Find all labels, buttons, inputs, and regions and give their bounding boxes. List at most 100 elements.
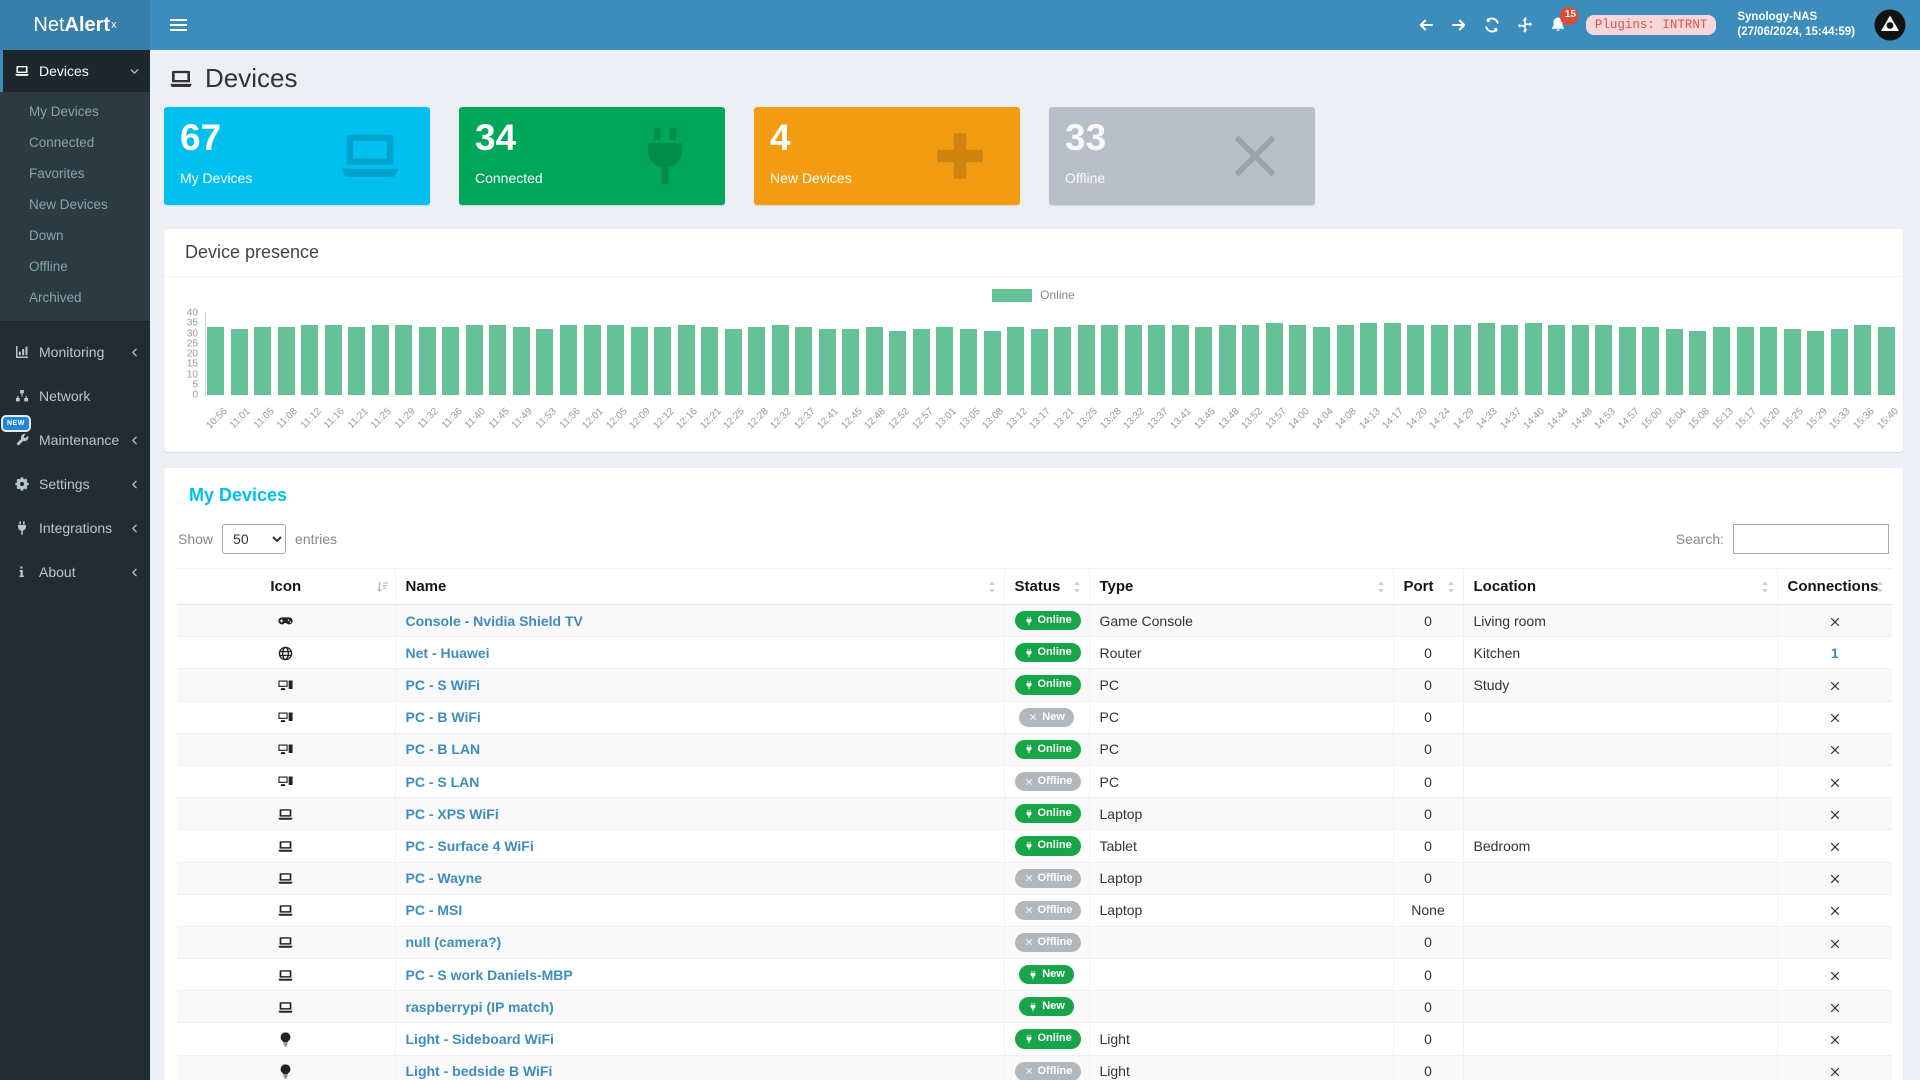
sidebar-subitem-new-devices[interactable]: New Devices bbox=[0, 189, 150, 220]
sidebar-item-network[interactable]: Network bbox=[0, 374, 150, 418]
refresh-icon[interactable] bbox=[1483, 16, 1501, 34]
device-name-link[interactable]: PC - Wayne bbox=[406, 870, 483, 886]
column-header-location[interactable]: Location bbox=[1463, 569, 1777, 605]
x-mark-icon[interactable] bbox=[1828, 1033, 1842, 1047]
notifications-button[interactable]: 15 bbox=[1549, 16, 1567, 34]
x-mark-icon[interactable] bbox=[1828, 1065, 1842, 1079]
sidebar-subitem-offline[interactable]: Offline bbox=[0, 251, 150, 282]
x-mark-icon[interactable] bbox=[1828, 1001, 1842, 1015]
x-mark-icon[interactable] bbox=[1828, 840, 1842, 854]
device-name-link[interactable]: PC - S work Daniels-MBP bbox=[406, 967, 573, 983]
x-mark-icon[interactable] bbox=[1828, 872, 1842, 886]
device-name-link[interactable]: PC - Surface 4 WiFi bbox=[406, 838, 534, 854]
lightbulb-icon bbox=[277, 1031, 294, 1048]
plugins-status-badge[interactable]: Plugins: INTRNT bbox=[1586, 15, 1717, 35]
bar bbox=[960, 329, 977, 395]
desktop-icon bbox=[277, 709, 294, 726]
device-name-link[interactable]: Light - Sideboard WiFi bbox=[406, 1031, 554, 1047]
x-mark-icon[interactable] bbox=[1828, 743, 1842, 757]
forward-arrow-icon[interactable] bbox=[1450, 16, 1468, 34]
bar bbox=[584, 325, 601, 395]
column-header-icon[interactable]: Icon bbox=[177, 569, 395, 605]
sidebar-toggle-button[interactable] bbox=[166, 15, 191, 35]
device-name-link[interactable]: PC - B WiFi bbox=[406, 709, 481, 725]
x-mark-icon[interactable] bbox=[1828, 679, 1842, 693]
bar bbox=[1007, 327, 1024, 395]
status-badge: Online bbox=[1015, 740, 1081, 759]
column-header-type[interactable]: Type bbox=[1089, 569, 1393, 605]
search-input[interactable] bbox=[1733, 524, 1889, 554]
x-mark-icon[interactable] bbox=[1828, 776, 1842, 790]
bar bbox=[1807, 331, 1824, 395]
device-name-link[interactable]: PC - S WiFi bbox=[406, 677, 481, 693]
x-mark-icon[interactable] bbox=[1828, 969, 1842, 983]
top-navbar: NetAlertx 15 Plugins: INTRNT Synology-NA… bbox=[0, 0, 1920, 50]
connections-count-link[interactable]: 1 bbox=[1831, 645, 1839, 661]
page-length-select[interactable]: 50 bbox=[222, 524, 286, 554]
sidebar-subitem-down[interactable]: Down bbox=[0, 220, 150, 251]
device-name-link[interactable]: Console - Nvidia Shield TV bbox=[406, 613, 583, 629]
status-label: Offline bbox=[1038, 936, 1073, 949]
status-label: Offline bbox=[1038, 775, 1073, 788]
status-label: Offline bbox=[1038, 904, 1073, 917]
device-name-link[interactable]: PC - S LAN bbox=[406, 774, 480, 790]
sidebar-item-settings[interactable]: Settings bbox=[0, 462, 150, 506]
sidebar-item-about[interactable]: About bbox=[0, 550, 150, 594]
bar bbox=[1219, 325, 1236, 395]
device-name-link[interactable]: Net - Huawei bbox=[406, 645, 490, 661]
bar bbox=[1195, 327, 1212, 395]
status-badge: Online bbox=[1015, 643, 1081, 662]
table-row: Console - Nvidia Shield TVOnlineGame Con… bbox=[177, 605, 1892, 637]
host-timestamp: (27/06/2024, 15:44:59) bbox=[1737, 25, 1855, 40]
x-mark-icon[interactable] bbox=[1828, 937, 1842, 951]
device-location bbox=[1463, 733, 1777, 765]
column-header-name[interactable]: Name bbox=[395, 569, 1004, 605]
sidebar-subitem-favorites[interactable]: Favorites bbox=[0, 158, 150, 189]
x-mark-icon[interactable] bbox=[1828, 711, 1842, 725]
bar bbox=[913, 329, 930, 395]
status-badge: Online bbox=[1015, 804, 1081, 823]
column-header-port[interactable]: Port bbox=[1393, 569, 1463, 605]
devices-table: Icon Name Status Type Port Location Conn… bbox=[177, 568, 1892, 1080]
bar bbox=[1854, 325, 1871, 395]
x-mark-icon[interactable] bbox=[1828, 808, 1842, 822]
device-name-link[interactable]: null (camera?) bbox=[406, 934, 502, 950]
column-header-connections[interactable]: Connections bbox=[1777, 569, 1892, 605]
sidebar-subitem-archived[interactable]: Archived bbox=[0, 282, 150, 313]
sidebar-item-monitoring[interactable]: Monitoring bbox=[0, 330, 150, 374]
device-type: Laptop bbox=[1089, 894, 1393, 926]
bar bbox=[1501, 325, 1518, 395]
sort-icon bbox=[1374, 579, 1388, 595]
move-arrows-icon[interactable] bbox=[1516, 16, 1534, 34]
device-name-link[interactable]: PC - XPS WiFi bbox=[406, 806, 499, 822]
device-name-link[interactable]: raspberrypi (IP match) bbox=[406, 999, 554, 1015]
column-header-status[interactable]: Status bbox=[1004, 569, 1089, 605]
bar bbox=[1642, 327, 1659, 395]
x-mark-icon[interactable] bbox=[1828, 904, 1842, 918]
back-arrow-icon[interactable] bbox=[1417, 16, 1435, 34]
user-avatar[interactable] bbox=[1874, 9, 1906, 41]
status-label: Online bbox=[1038, 1032, 1072, 1045]
sidebar-item-devices[interactable]: Devices bbox=[0, 50, 150, 92]
device-location: Bedroom bbox=[1463, 830, 1777, 862]
summary-card-new-devices[interactable]: 4New Devices bbox=[754, 107, 1020, 205]
legend-swatch-online bbox=[992, 289, 1032, 302]
chart-y-axis: 4035302520151050 bbox=[164, 313, 201, 395]
summary-card-connected[interactable]: 34Connected bbox=[459, 107, 725, 205]
sort-icon bbox=[1070, 579, 1084, 595]
summary-card-my-devices[interactable]: 67My Devices bbox=[164, 107, 430, 205]
sidebar-item-integrations[interactable]: Integrations bbox=[0, 506, 150, 550]
device-name-link[interactable]: Light - bedside B WiFi bbox=[406, 1063, 553, 1079]
summary-card-offline[interactable]: 33Offline bbox=[1049, 107, 1315, 205]
x-mark-icon[interactable] bbox=[1828, 615, 1842, 629]
sidebar-subitem-my-devices[interactable]: My Devices bbox=[0, 96, 150, 127]
chart-plot bbox=[207, 313, 1895, 395]
device-name-link[interactable]: PC - B LAN bbox=[406, 741, 481, 757]
host-name: Synology-NAS bbox=[1737, 10, 1855, 25]
app-logo[interactable]: NetAlertx bbox=[0, 0, 150, 50]
device-name-link[interactable]: PC - MSI bbox=[406, 902, 463, 918]
bar bbox=[1266, 323, 1283, 395]
plug-icon bbox=[1024, 648, 1034, 658]
sidebar-item-maintenance[interactable]: NEWMaintenance bbox=[0, 418, 150, 462]
sidebar-subitem-connected[interactable]: Connected bbox=[0, 127, 150, 158]
